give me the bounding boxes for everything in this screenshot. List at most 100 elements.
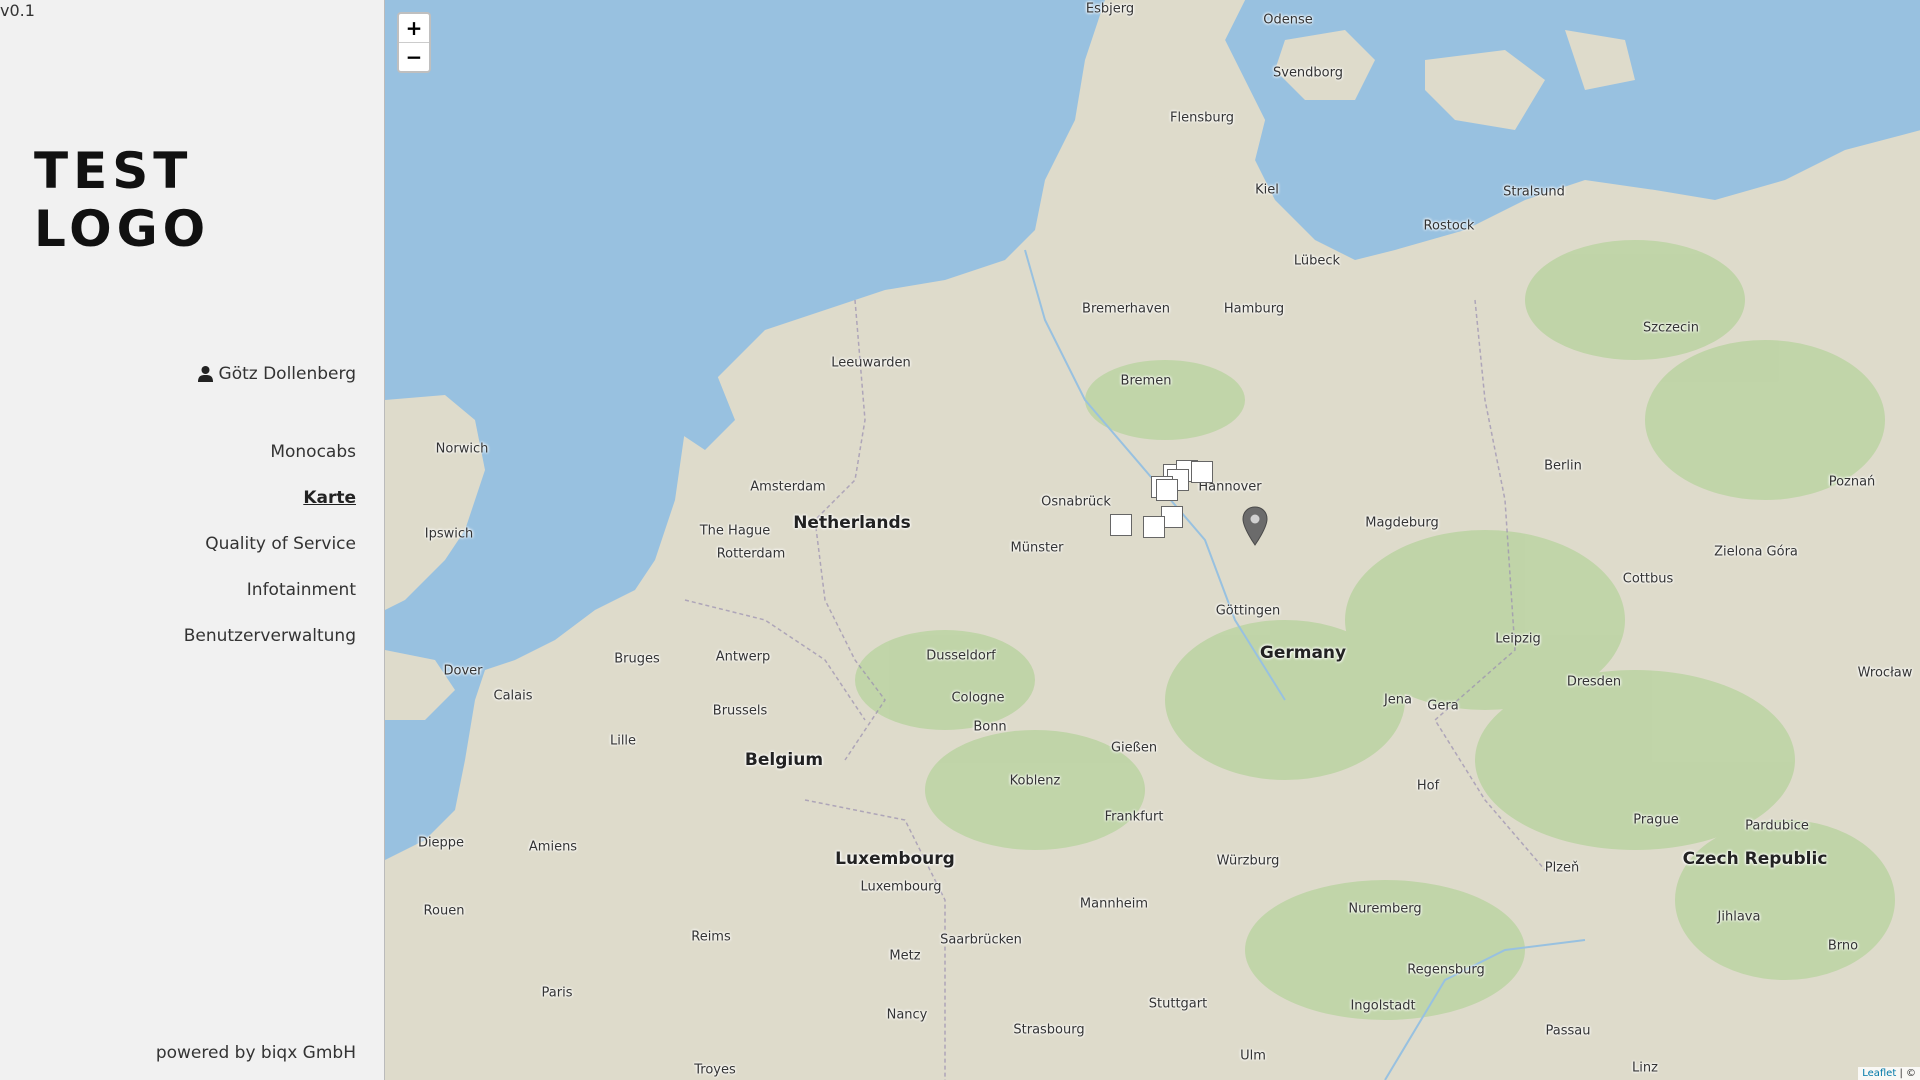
map-label-city: Troyes xyxy=(694,1062,736,1078)
nav-item-monocabs[interactable]: Monocabs xyxy=(184,440,356,486)
map-label-city: Würzburg xyxy=(1216,853,1280,869)
map-label-city: Strasbourg xyxy=(1013,1022,1085,1038)
zoom-control: + − xyxy=(397,12,431,73)
map-label-city: Norwich xyxy=(435,441,489,457)
map-label-city: Szczecin xyxy=(1642,320,1700,336)
map-label-city: Dover xyxy=(443,663,483,679)
map-label-city: Antwerp xyxy=(715,649,771,665)
map-label-city: Stuttgart xyxy=(1148,996,1208,1012)
map-label-city: Amiens xyxy=(528,839,578,855)
map-label-city: Odense xyxy=(1263,12,1313,28)
map-label-city: Jihlava xyxy=(1717,909,1761,925)
map-label-city: Dusseldorf xyxy=(926,648,996,664)
nav-item-karte[interactable]: Karte xyxy=(184,486,356,532)
map-label-city: Frankfurt xyxy=(1104,809,1164,825)
map-label-city: Amsterdam xyxy=(750,479,826,495)
map-label-city: Rostock xyxy=(1423,218,1475,234)
map-label-city: Hamburg xyxy=(1223,301,1285,317)
map-label-city: Jena xyxy=(1383,692,1413,708)
map-label-city: Prague xyxy=(1633,812,1679,828)
map-label-city: Bonn xyxy=(973,719,1007,735)
map-label-city: Stralsund xyxy=(1503,184,1565,200)
map-label-city: Cologne xyxy=(951,690,1005,706)
map-label-city: Esbjerg xyxy=(1085,1,1135,17)
map-label-city: Zielona Góra xyxy=(1714,544,1798,560)
map-label-city: Flensburg xyxy=(1170,110,1234,126)
map-label-city: Ipswich xyxy=(424,526,474,542)
user-profile[interactable]: Götz Dollenberg xyxy=(197,364,356,384)
map-label-city: Plzeň xyxy=(1544,860,1580,876)
map-label-city: Magdeburg xyxy=(1365,515,1439,531)
powered-by-footer: powered by biqx GmbH xyxy=(155,1043,356,1063)
map-tiles[interactable] xyxy=(385,0,1920,1080)
map-label-country: Belgium xyxy=(744,750,824,770)
map-label-city: Gera xyxy=(1427,698,1459,714)
map-label-city: Leipzig xyxy=(1495,631,1541,647)
map-label-city: Lübeck xyxy=(1293,253,1341,269)
map-label-country: Luxembourg xyxy=(835,849,955,869)
map-label-city: Pardubice xyxy=(1745,818,1809,834)
map-label-city: Münster xyxy=(1010,540,1064,556)
map-label-city: Rouen xyxy=(423,903,465,919)
map-label-city: Hof xyxy=(1416,778,1440,794)
nav-item-infotainment[interactable]: Infotainment xyxy=(184,578,356,624)
map-label-city: Regensburg xyxy=(1407,962,1485,978)
map-label-city: Dresden xyxy=(1566,674,1622,690)
map-label-city: Bremerhaven xyxy=(1082,301,1170,317)
leaflet-link[interactable]: Leaflet xyxy=(1862,1068,1896,1079)
map-label-country: Germany xyxy=(1259,643,1347,663)
map-label-country: Czech Republic xyxy=(1682,849,1828,869)
map-label-city: Luxembourg xyxy=(860,879,942,895)
map-label-city: Metz xyxy=(889,948,921,964)
zoom-out-button[interactable]: − xyxy=(399,42,429,71)
map-label-city: Brussels xyxy=(712,703,768,719)
map-label-city: Linz xyxy=(1632,1060,1658,1076)
map-label-city: Ingolstadt xyxy=(1350,998,1416,1014)
map-label-city: Lille xyxy=(609,733,637,749)
map-label-city: Koblenz xyxy=(1009,773,1061,789)
map-label-city: Osnabrück xyxy=(1041,494,1111,510)
vehicle-marker[interactable] xyxy=(1156,479,1178,501)
logo: TEST LOGO xyxy=(34,142,211,258)
map-label-city: Rotterdam xyxy=(716,546,786,562)
vehicle-marker[interactable] xyxy=(1110,514,1132,536)
map-label-city: Wrocław xyxy=(1857,665,1913,681)
map-label-city: Dieppe xyxy=(417,835,465,851)
location-pin-icon[interactable] xyxy=(1242,506,1268,546)
map-label-city: Kiel xyxy=(1255,182,1279,198)
nav-item-quality-of-service[interactable]: Quality of Service xyxy=(184,532,356,578)
map-label-city: Svendborg xyxy=(1272,65,1344,81)
map-label-city: Calais xyxy=(493,688,533,704)
vehicle-marker[interactable] xyxy=(1143,516,1165,538)
map-label-city: Berlin xyxy=(1544,458,1582,474)
map-label-city: Nancy xyxy=(886,1007,928,1023)
map-label-city: Reims xyxy=(691,929,731,945)
sidebar: v0.1 TEST LOGO Götz Dollenberg Monocabs … xyxy=(0,0,384,1080)
map-label-city: Bremen xyxy=(1120,373,1172,389)
map-view[interactable]: Esbjerg Odense Svendborg Flensburg Kiel … xyxy=(384,0,1920,1080)
vehicle-marker[interactable] xyxy=(1191,461,1213,483)
map-label-city: Paris xyxy=(541,985,573,1001)
map-label-city: Ulm xyxy=(1240,1048,1266,1064)
nav-item-benutzerverwaltung[interactable]: Benutzerverwaltung xyxy=(184,624,356,670)
map-label-city: Göttingen xyxy=(1215,603,1281,619)
user-icon xyxy=(197,366,213,382)
map-label-city: Leeuwarden xyxy=(831,355,911,371)
map-label-city: Mannheim xyxy=(1079,896,1149,912)
map-label-city: Saarbrücken xyxy=(940,932,1022,948)
map-label-country: Netherlands xyxy=(793,513,911,533)
main-nav: Monocabs Karte Quality of Service Infota… xyxy=(184,440,356,670)
map-label-city: Poznań xyxy=(1828,474,1876,490)
map-label-city: Brno xyxy=(1827,938,1859,954)
map-label-city: Bruges xyxy=(614,651,660,667)
version-label: v0.1 xyxy=(0,1,35,20)
zoom-in-button[interactable]: + xyxy=(399,14,429,42)
map-label-city: Gießen xyxy=(1110,740,1158,756)
map-attribution[interactable]: Leaflet | © xyxy=(1858,1067,1920,1080)
map-label-city: Cottbus xyxy=(1622,571,1674,587)
map-label-city: Passau xyxy=(1545,1023,1591,1039)
user-name: Götz Dollenberg xyxy=(218,364,356,384)
map-label-city: The Hague xyxy=(699,523,771,539)
map-label-city: Nuremberg xyxy=(1348,901,1422,917)
attribution-copyright: | © xyxy=(1899,1068,1916,1079)
